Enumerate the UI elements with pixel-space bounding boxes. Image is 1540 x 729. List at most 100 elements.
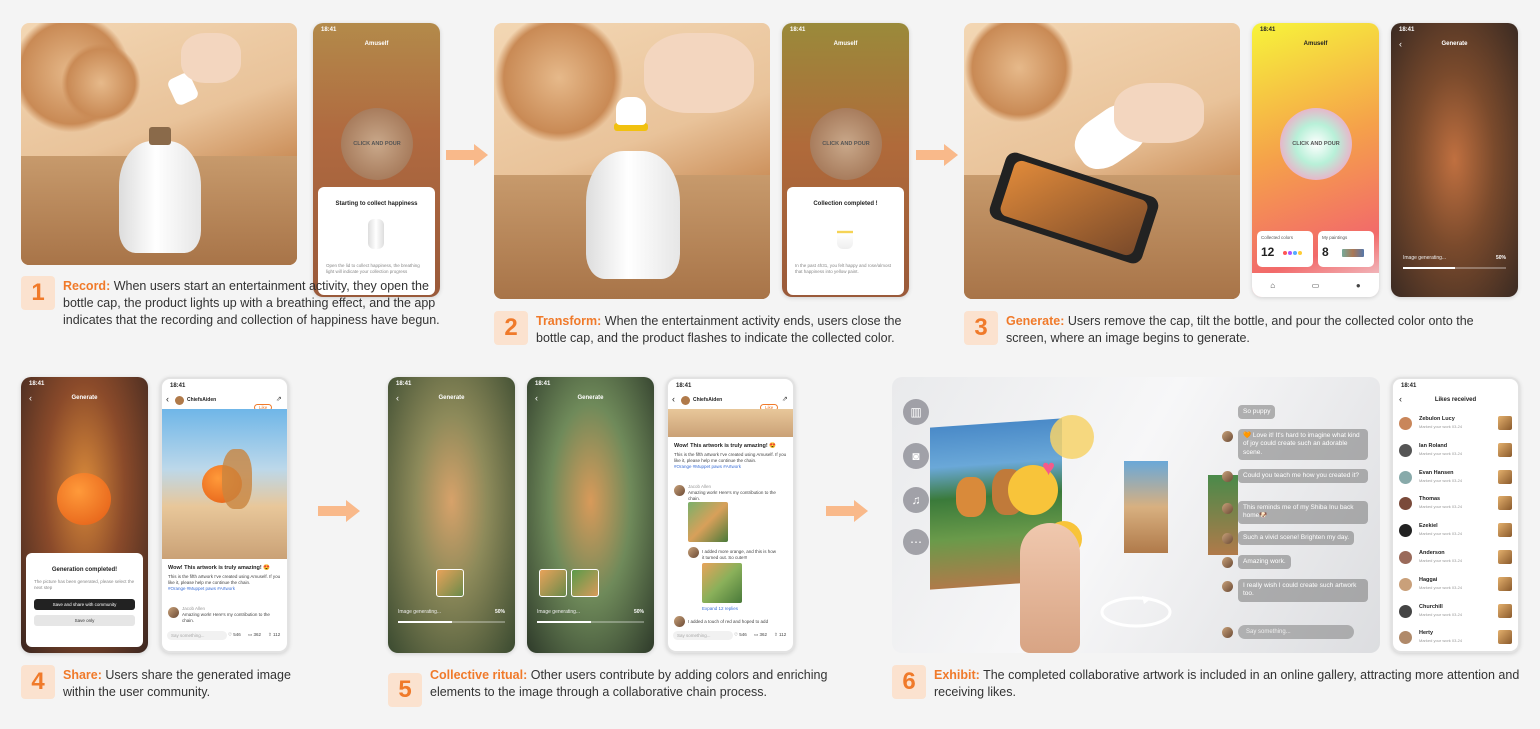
my-paintings-card[interactable]: My paintings 8	[1318, 231, 1374, 267]
save-share-button[interactable]: Save and share with community	[34, 599, 135, 610]
step-number: 3	[964, 311, 998, 345]
gallery-painting[interactable]	[1208, 475, 1238, 555]
like-subtitle: Marked your work 03-24	[1419, 531, 1463, 537]
avatar	[674, 616, 685, 627]
step-caption: Share: Users share the generated image w…	[63, 667, 293, 701]
heart-icon[interactable]: ♥	[1042, 455, 1055, 481]
artwork-thumbnail[interactable]	[1498, 469, 1512, 484]
like-row[interactable]: Anderson Marked your work 03-24	[1399, 547, 1512, 571]
click-and-pour-orb[interactable]: CLICK AND POUR	[810, 108, 882, 180]
contribution-thumbnail[interactable]	[539, 569, 567, 597]
like-row[interactable]: Thomas Marked your work 03-24	[1399, 493, 1512, 517]
post-tags: #Orange #Muppet paws #Artwork	[674, 464, 742, 469]
contribution-thumbnail[interactable]	[436, 569, 464, 597]
chat-icon[interactable]: ▭	[1312, 281, 1320, 290]
comment-input[interactable]: Say something...	[167, 631, 227, 640]
status-time: 18:41	[29, 381, 45, 387]
button-label: Save and share with community	[52, 602, 117, 607]
share-icon[interactable]: ⇗	[782, 395, 788, 403]
like-user-name: Ezekiel	[1419, 523, 1438, 530]
artwork-thumbnail[interactable]	[1498, 576, 1512, 591]
avatar	[1399, 631, 1412, 645]
expand-replies-link[interactable]: Expand 12 replies	[702, 606, 738, 612]
artwork-thumbnail[interactable]	[1498, 550, 1512, 564]
step-text: Users remove the cap, tilt the bottle, a…	[1006, 314, 1474, 345]
sheet-title: Collection completed !	[813, 201, 878, 207]
profile-icon[interactable]: ●	[1356, 281, 1361, 290]
artwork-thumbnail[interactable]	[1498, 416, 1512, 430]
progress-fill	[398, 621, 452, 623]
like-row[interactable]: Herty Marked your work 03-24	[1399, 627, 1512, 651]
post-image-strip	[668, 409, 793, 437]
post-title: Wow! This artwork is truly amazing! 😍	[674, 443, 777, 449]
comments-count[interactable]: ▭ 362	[248, 632, 261, 638]
likes-count[interactable]: ♡ 546	[228, 632, 241, 638]
artwork-thumbnail[interactable]	[1498, 496, 1512, 511]
card-value: 12	[1261, 245, 1275, 259]
post-image	[162, 409, 287, 559]
count: 546	[233, 632, 241, 637]
step-number: 5	[388, 673, 422, 707]
save-only-button[interactable]: Save only	[34, 615, 135, 626]
like-row[interactable]: Ian Roland Marked your work 03-24	[1399, 440, 1512, 464]
progress-percent: 50%	[494, 609, 505, 615]
likes-count[interactable]: ♡ 546	[734, 632, 747, 638]
audio-guide-icon[interactable]: ♫	[903, 487, 929, 513]
emoji-reaction-icon[interactable]	[1050, 415, 1094, 459]
comment-input[interactable]: Say something...	[673, 631, 733, 640]
artwork-thumbnail[interactable]	[1498, 630, 1512, 645]
click-and-pour-orb[interactable]: CLICK AND POUR	[1280, 108, 1352, 180]
card-label: Collected colors	[1261, 235, 1294, 240]
click-and-pour-orb[interactable]: CLICK AND POUR	[341, 108, 413, 180]
artwork-thumbnail[interactable]	[1498, 603, 1512, 618]
like-row[interactable]: Zebulon Lucy Marked your work 03-24	[1399, 413, 1512, 437]
contribution-image[interactable]	[688, 502, 728, 542]
card-label: My paintings	[1322, 235, 1348, 240]
like-subtitle: Marked your work 03-24	[1419, 477, 1463, 483]
step-number: 2	[494, 311, 528, 345]
step-title: Transform:	[536, 314, 602, 328]
gallery-comment-input[interactable]: Say something...	[1238, 625, 1354, 639]
share-icon[interactable]: ⇗	[276, 395, 282, 403]
back-icon[interactable]: ‹	[672, 394, 675, 404]
shares-count[interactable]: ⇧ 112	[268, 632, 280, 638]
home-icon[interactable]: ⌂	[1270, 281, 1275, 290]
like-row[interactable]: Ezekiel Marked your work 03-24	[1399, 520, 1512, 544]
like-row[interactable]: Haggai Marked your work 03-24	[1399, 574, 1512, 598]
status-time: 18:41	[676, 383, 692, 389]
like-subtitle: Marked your work 03-24	[1419, 611, 1463, 617]
gallery-painting[interactable]	[1124, 461, 1168, 553]
back-icon[interactable]: ‹	[166, 394, 169, 404]
step3-product-photo	[964, 23, 1240, 299]
gallery-comment: Amazing work.	[1238, 555, 1291, 570]
like-user-name: Churchill	[1419, 603, 1443, 610]
artwork-thumbnail[interactable]	[1498, 523, 1512, 538]
comments-count[interactable]: ▭ 362	[754, 632, 767, 638]
contribution-image[interactable]	[702, 563, 742, 603]
progress-fill	[1403, 267, 1455, 269]
map-icon[interactable]: ▥	[903, 399, 929, 425]
like-row[interactable]: Churchill Marked your work 03-24	[1399, 601, 1512, 625]
vr-icon[interactable]: ◙	[903, 443, 929, 469]
avatar	[1222, 471, 1233, 482]
rotate-icon[interactable]	[1098, 593, 1174, 631]
generation-complete-sheet: Generation completed! The picture has be…	[26, 553, 143, 647]
input-placeholder: Say something...	[1246, 629, 1291, 635]
contribution-thumbnail[interactable]	[571, 569, 599, 597]
more-icon[interactable]: ⋯	[903, 529, 929, 555]
step3-home-screen: 18:41 Amuself CLICK AND POUR Collected c…	[1252, 23, 1379, 297]
step3-generate-screen: 18:41 ‹ Generate Image generating... 50%	[1391, 23, 1518, 297]
avatar	[1222, 533, 1233, 544]
like-row[interactable]: Evan Hansen Marked your work 03-24	[1399, 467, 1512, 491]
step-text: When users start an entertainment activi…	[63, 279, 440, 327]
avatar	[1222, 627, 1233, 638]
shares-count[interactable]: ⇧ 112	[774, 632, 786, 638]
artwork-thumbnail[interactable]	[1498, 442, 1512, 457]
collected-colors-card[interactable]: Collected colors 12	[1257, 231, 1313, 267]
likes-title: Likes received	[1434, 397, 1477, 403]
screen-title: Generate	[1441, 41, 1468, 47]
sheet-text: The picture has been generated, please s…	[34, 579, 135, 591]
status-time: 18:41	[1260, 27, 1276, 33]
like-user-name: Ian Roland	[1419, 442, 1448, 449]
flow-arrow-icon	[916, 144, 958, 166]
